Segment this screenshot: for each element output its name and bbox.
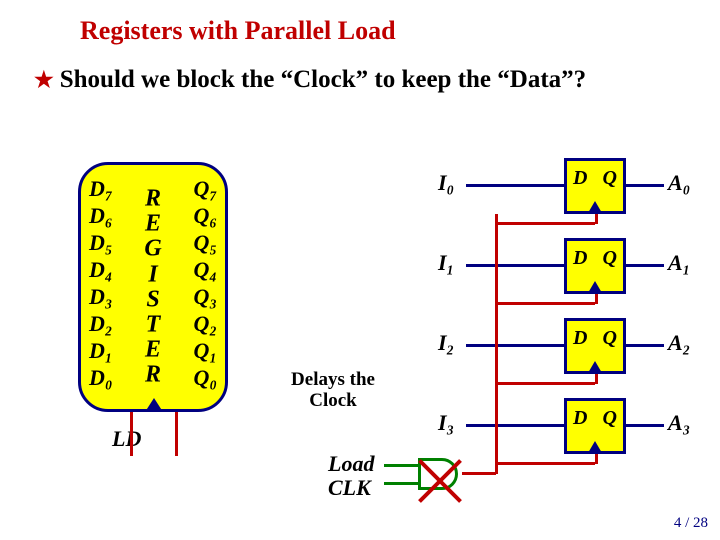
signal-i2: I₂ — [438, 330, 454, 356]
d5: D₅ — [89, 229, 113, 256]
d6: D₆ — [89, 202, 113, 229]
flipflop-2: D Q — [564, 318, 626, 374]
q0: Q₀ — [193, 364, 217, 391]
wire — [466, 264, 566, 267]
d0: D₀ — [89, 364, 113, 391]
clk-branch-wire — [495, 462, 595, 465]
wire — [626, 264, 664, 267]
clock-bus-wire — [495, 214, 498, 474]
clk-label: CLK — [328, 475, 371, 500]
ff-d-label: D — [573, 407, 587, 430]
load-wire — [384, 464, 418, 467]
ff-q-label: Q — [603, 247, 617, 270]
flipflop-1: D Q — [564, 238, 626, 294]
register-vertical-label: REGISTER — [144, 186, 161, 388]
clock-triangle-icon — [588, 281, 602, 293]
slide-title: Registers with Parallel Load — [80, 16, 396, 46]
ff-d-label: D — [573, 167, 587, 190]
clock-triangle-icon — [588, 201, 602, 213]
register-clock-triangle-icon — [145, 398, 163, 412]
and-output-wire — [462, 472, 496, 475]
clock-triangle-icon — [588, 361, 602, 373]
clk-branch-wire — [495, 302, 595, 305]
q2: Q₂ — [193, 310, 217, 337]
q6: Q₆ — [193, 202, 217, 229]
load-label: Load — [328, 451, 374, 476]
clk-branch-wire — [495, 222, 595, 225]
bullet-text: Should we block the “Clock” to keep the … — [60, 66, 586, 93]
clk-branch-wire — [595, 374, 598, 384]
wire — [626, 184, 664, 187]
signal-a2: A₂ — [668, 330, 690, 356]
d4: D₄ — [89, 256, 113, 283]
register-block: D₇ D₆ D₅ D₄ D₃ D₂ D₁ D₀ REGISTER Q₇ Q₆ Q… — [78, 162, 228, 412]
and-gate-icon — [418, 458, 458, 490]
star-icon: ★ — [34, 67, 54, 92]
wire — [466, 344, 566, 347]
register-d-inputs: D₇ D₆ D₅ D₄ D₃ D₂ D₁ D₀ — [89, 175, 113, 391]
wire — [466, 424, 566, 427]
clk-branch-wire — [595, 454, 598, 464]
ff-d-label: D — [573, 327, 587, 350]
wire — [626, 344, 664, 347]
signal-a1: A₁ — [668, 250, 690, 276]
signal-a3: A₃ — [668, 410, 690, 436]
load-clk-labels: Load CLK — [328, 452, 374, 500]
d1: D₁ — [89, 337, 113, 364]
d3: D₃ — [89, 283, 113, 310]
page-number: 4 / 28 — [674, 515, 708, 532]
q3: Q₃ — [193, 283, 217, 310]
q5: Q₅ — [193, 229, 217, 256]
signal-i0: I₀ — [438, 170, 454, 196]
ff-q-label: Q — [603, 407, 617, 430]
register-q-outputs: Q₇ Q₆ Q₅ Q₄ Q₃ Q₂ Q₁ Q₀ — [193, 175, 217, 391]
q1: Q₁ — [193, 337, 217, 364]
clk-branch-wire — [595, 294, 598, 304]
signal-i1: I₁ — [438, 250, 454, 276]
bullet-line: ★Should we block the “Clock” to keep the… — [34, 66, 586, 94]
clk-branch-wire — [595, 214, 598, 224]
clock-triangle-icon — [588, 441, 602, 453]
wire — [466, 184, 566, 187]
flipflop-0: D Q — [564, 158, 626, 214]
q7: Q₇ — [193, 175, 217, 202]
register-wire — [130, 412, 133, 456]
signal-i3: I₃ — [438, 410, 454, 436]
d7: D₇ — [89, 175, 113, 202]
ff-d-label: D — [573, 247, 587, 270]
clk-wire — [384, 482, 418, 485]
wire — [626, 424, 664, 427]
delay-annotation: Delays the Clock — [290, 370, 376, 412]
clk-branch-wire — [495, 382, 595, 385]
ff-q-label: Q — [603, 167, 617, 190]
signal-a0: A₀ — [668, 170, 690, 196]
flipflop-3: D Q — [564, 398, 626, 454]
ld-label: LD — [112, 426, 141, 452]
d2: D₂ — [89, 310, 113, 337]
q4: Q₄ — [193, 256, 217, 283]
register-wire — [175, 412, 178, 456]
ff-q-label: Q — [603, 327, 617, 350]
